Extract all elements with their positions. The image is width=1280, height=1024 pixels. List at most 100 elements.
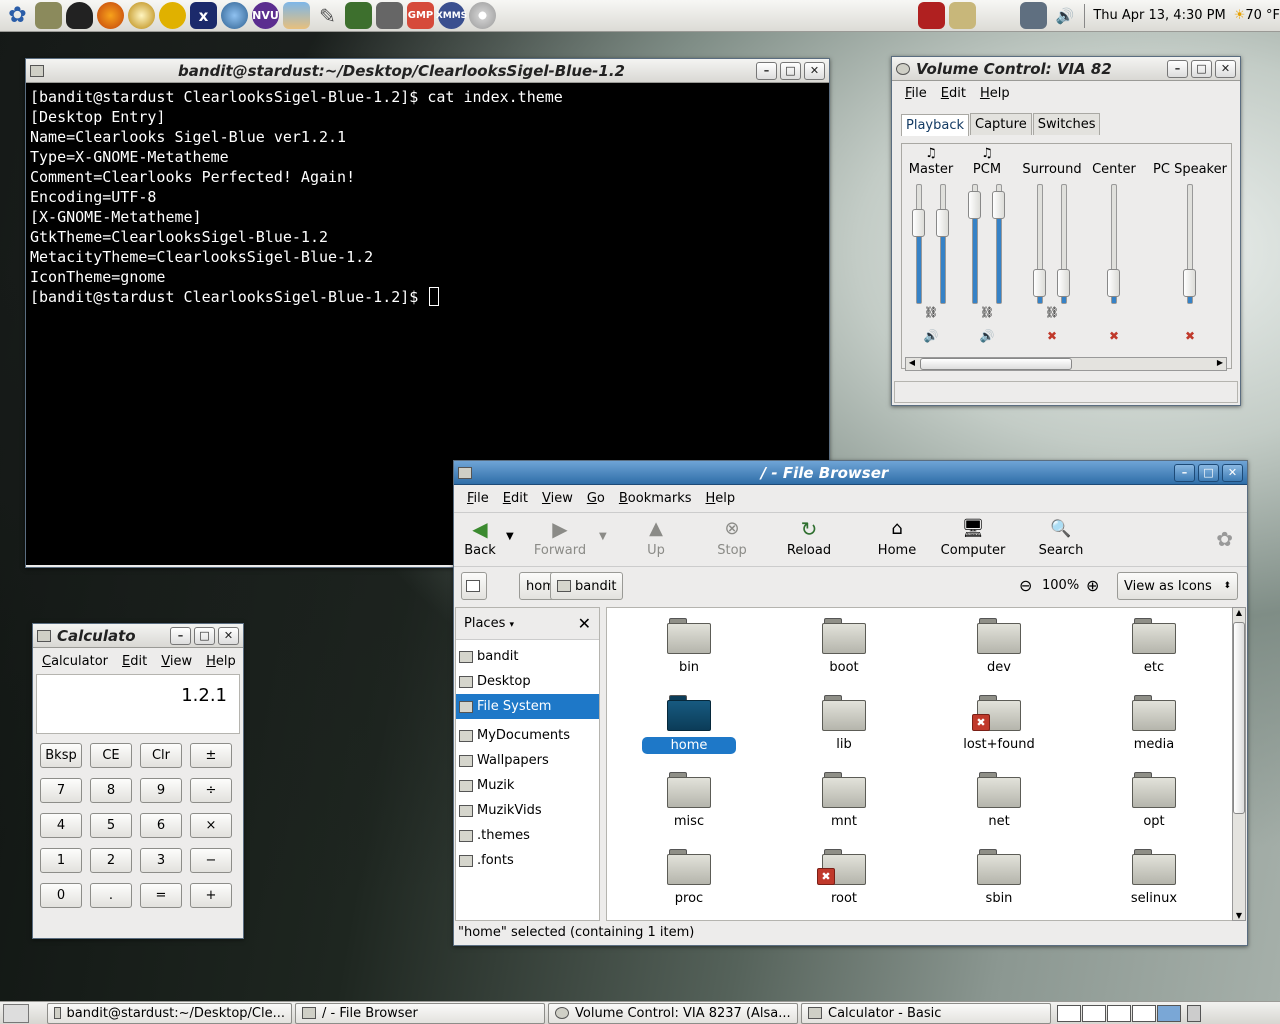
- folder-sbin[interactable]: sbin: [939, 849, 1059, 906]
- muted-speaker-icon[interactable]: ✖: [1020, 329, 1084, 343]
- show-desktop-icon[interactable]: [3, 1003, 29, 1023]
- speaker-icon[interactable]: 🔊: [906, 329, 956, 343]
- workspace-2[interactable]: [1082, 1004, 1106, 1022]
- back-button[interactable]: ◀ Back: [458, 518, 502, 558]
- menu-file[interactable]: File: [898, 86, 934, 101]
- close-button[interactable]: ✕: [804, 61, 825, 80]
- sidebar-item-bandit[interactable]: bandit: [456, 644, 599, 669]
- calc-button[interactable]: −: [190, 848, 232, 873]
- volume-titlebar[interactable]: Volume Control: VIA 82 – □ ✕: [892, 57, 1240, 81]
- slider-knob[interactable]: [992, 191, 1005, 219]
- menu-bookmarks[interactable]: Bookmarks: [612, 491, 699, 506]
- pen-icon[interactable]: ✎: [314, 2, 341, 29]
- gimp-icon[interactable]: GMP: [407, 2, 434, 29]
- menu-go[interactable]: Go: [580, 491, 612, 506]
- sidebar-item-mydocuments[interactable]: MyDocuments: [456, 723, 599, 748]
- slider-knob[interactable]: [936, 209, 949, 237]
- file-browser-titlebar[interactable]: / - File Browser – □ ✕: [454, 461, 1247, 485]
- menu-edit[interactable]: Edit: [496, 491, 535, 506]
- calc-button[interactable]: 8: [90, 778, 132, 803]
- scroll-down-arrow[interactable]: ▼: [1233, 911, 1245, 920]
- calc-button[interactable]: 2: [90, 848, 132, 873]
- channel-scrollbar[interactable]: ◀ ▶: [905, 357, 1227, 371]
- stop-button[interactable]: ⊗ Stop: [710, 518, 754, 558]
- scroll-left-arrow[interactable]: ◀: [906, 358, 918, 370]
- paint-icon[interactable]: [283, 2, 310, 29]
- lock-channels-icon[interactable]: ⛓: [964, 306, 1010, 319]
- icon-view[interactable]: bin boot dev etc home lib ✖ lost+found media misc…: [606, 607, 1238, 921]
- calc-button[interactable]: 0: [40, 883, 82, 908]
- calc-button[interactable]: Bksp: [40, 743, 82, 768]
- menu-help[interactable]: Help: [199, 654, 243, 669]
- folder-proc[interactable]: proc: [629, 849, 749, 906]
- close-sidebar-icon[interactable]: ✕: [578, 614, 591, 633]
- slider-knob[interactable]: [1183, 269, 1196, 297]
- spreadsheet-icon[interactable]: [345, 2, 372, 29]
- nvu-icon[interactable]: NVU: [252, 2, 279, 29]
- workspace-4[interactable]: [1132, 1004, 1156, 1022]
- tab-playback[interactable]: Playback: [901, 114, 970, 136]
- calc-button[interactable]: ÷: [190, 778, 232, 803]
- location-toggle-button[interactable]: [461, 572, 487, 600]
- taskbar-item-calculator[interactable]: Calculator - Basic: [801, 1002, 1051, 1024]
- close-button[interactable]: ✕: [1215, 59, 1236, 78]
- folder-lost-found[interactable]: ✖ lost+found: [939, 695, 1059, 752]
- calc-button[interactable]: ×: [190, 813, 232, 838]
- lock-screen-icon[interactable]: [949, 2, 977, 29]
- forward-history-icon[interactable]: ▼: [599, 531, 607, 542]
- minimize-button[interactable]: –: [170, 626, 191, 645]
- menu-help[interactable]: Help: [973, 86, 1017, 101]
- scroll-up-arrow[interactable]: ▲: [1233, 608, 1245, 617]
- calc-button[interactable]: +: [190, 883, 232, 908]
- folder-dev[interactable]: dev: [939, 618, 1059, 675]
- minimize-button[interactable]: –: [1174, 463, 1195, 482]
- taskbar-item-volume-control[interactable]: Volume Control: VIA 8237 (Alsa...: [548, 1002, 798, 1024]
- close-button[interactable]: ✕: [1222, 463, 1243, 482]
- calc-button[interactable]: 6: [140, 813, 182, 838]
- view-mode-select[interactable]: View as Icons ⬍: [1117, 572, 1238, 600]
- workspace-3[interactable]: [1107, 1004, 1131, 1022]
- sidebar-item-themes[interactable]: .themes: [456, 823, 599, 848]
- slider-knob[interactable]: [968, 191, 981, 219]
- menu-file[interactable]: File: [460, 491, 496, 506]
- folder-boot[interactable]: boot: [784, 618, 904, 675]
- terminal-launcher-icon[interactable]: x: [190, 2, 217, 29]
- scroll-right-arrow[interactable]: ▶: [1214, 358, 1226, 370]
- slider-knob[interactable]: [1057, 269, 1070, 297]
- search-button[interactable]: 🔍 Search: [1036, 518, 1086, 558]
- menu-view[interactable]: View: [154, 654, 199, 669]
- maximize-button[interactable]: □: [780, 61, 801, 80]
- lock-channels-icon[interactable]: ⛓: [1020, 306, 1084, 319]
- folder-home[interactable]: home: [629, 695, 749, 754]
- slider-knob[interactable]: [912, 209, 925, 237]
- tab-switches[interactable]: Switches: [1032, 113, 1101, 135]
- volume-slider[interactable]: [940, 184, 946, 304]
- forward-button[interactable]: ▶ Forward: [530, 518, 590, 558]
- firefox-icon[interactable]: [97, 2, 124, 29]
- vertical-scrollbar[interactable]: ▲ ▼: [1232, 607, 1246, 921]
- reload-button[interactable]: ↻ Reload: [782, 518, 836, 558]
- path-bandit-button[interactable]: bandit: [550, 572, 624, 600]
- folder-bin[interactable]: bin: [629, 618, 749, 675]
- slider-knob[interactable]: [1107, 269, 1120, 297]
- folder-mnt[interactable]: mnt: [784, 772, 904, 829]
- maximize-button[interactable]: □: [1198, 463, 1219, 482]
- sidebar-item-muzikvids[interactable]: MuzikVids: [456, 798, 599, 823]
- calc-button[interactable]: 3: [140, 848, 182, 873]
- folder-etc[interactable]: etc: [1094, 618, 1214, 675]
- sidebar-item-fonts[interactable]: .fonts: [456, 848, 599, 873]
- folder-lib[interactable]: lib: [784, 695, 904, 752]
- clock[interactable]: Thu Apr 13, 4:30 PM: [1093, 8, 1225, 23]
- messenger-icon[interactable]: [159, 2, 186, 29]
- logout-icon[interactable]: [918, 2, 946, 29]
- trash-icon[interactable]: [1187, 1004, 1201, 1022]
- folder-root[interactable]: ✖ root: [784, 849, 904, 906]
- file-cabinet-icon[interactable]: [35, 2, 62, 29]
- xmms-icon[interactable]: XMMS: [436, 2, 467, 29]
- tux-icon[interactable]: [66, 2, 93, 29]
- temperature[interactable]: 70 °F: [1245, 8, 1280, 23]
- folder-media[interactable]: media: [1094, 695, 1214, 752]
- menu-edit[interactable]: Edit: [934, 86, 973, 101]
- zoom-in-icon[interactable]: ⊕: [1086, 576, 1099, 595]
- cd-icon[interactable]: [469, 2, 496, 29]
